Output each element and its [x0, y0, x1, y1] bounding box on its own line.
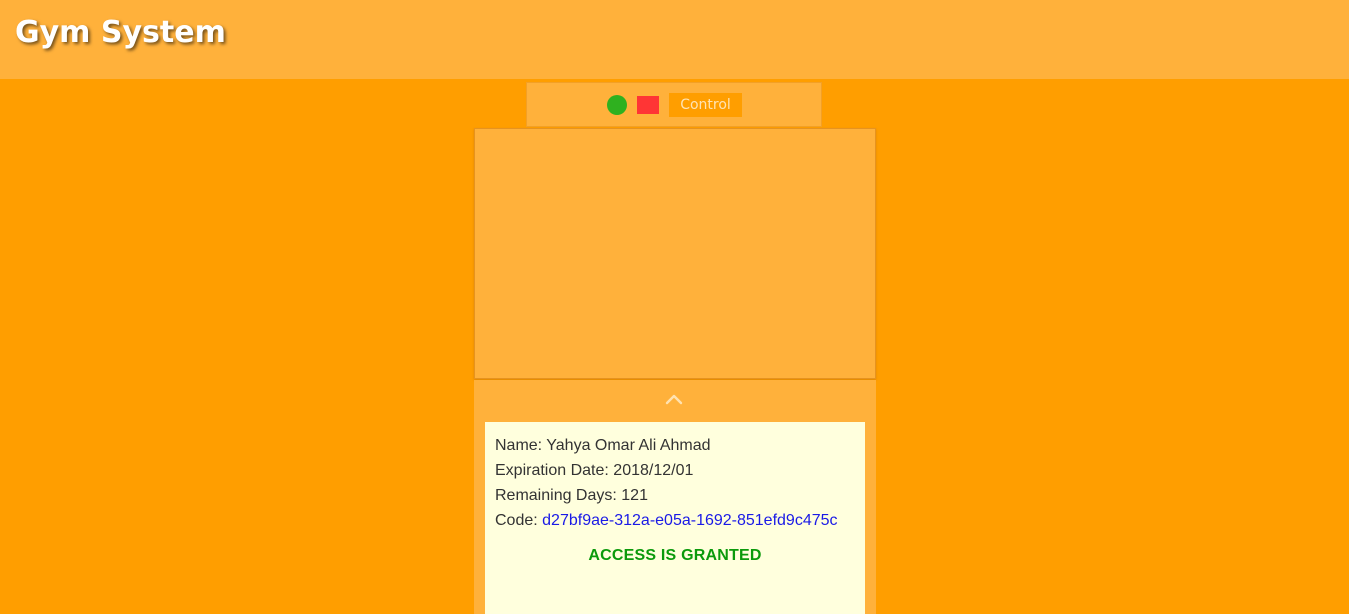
remaining-days-label: Remaining Days: — [495, 487, 617, 504]
app-title: Gym System — [15, 15, 226, 50]
remaining-days-value: 121 — [621, 487, 648, 504]
camera-preview-panel — [474, 128, 876, 379]
access-status-message: ACCESS IS GRANTED — [588, 547, 762, 564]
status-indicator-icon[interactable] — [607, 95, 627, 115]
member-code-label: Code: — [495, 512, 538, 529]
control-button[interactable]: Control — [669, 93, 742, 117]
control-bar: Control — [526, 82, 822, 127]
app-header: Gym System — [0, 0, 1349, 79]
member-info-card: Name: Yahya Omar Ali Ahmad Expiration Da… — [485, 422, 865, 614]
member-name-row: Name: Yahya Omar Ali Ahmad — [495, 433, 855, 458]
member-info-panel: Name: Yahya Omar Ali Ahmad Expiration Da… — [474, 380, 876, 614]
member-code-value: d27bf9ae-312a-e05a-1692-851efd9c475c — [542, 512, 838, 529]
expiration-date-label: Expiration Date: — [495, 462, 609, 479]
member-code-row: Code: d27bf9ae-312a-e05a-1692-851efd9c47… — [495, 508, 855, 533]
member-name-value: Yahya Omar Ali Ahmad — [546, 437, 711, 454]
chevron-up-icon[interactable] — [665, 393, 683, 405]
expiration-date-row: Expiration Date: 2018/12/01 — [495, 458, 855, 483]
expiration-date-value: 2018/12/01 — [613, 462, 694, 479]
stop-indicator-icon[interactable] — [637, 96, 659, 114]
remaining-days-row: Remaining Days: 121 — [495, 483, 855, 508]
member-name-label: Name: — [495, 437, 543, 454]
